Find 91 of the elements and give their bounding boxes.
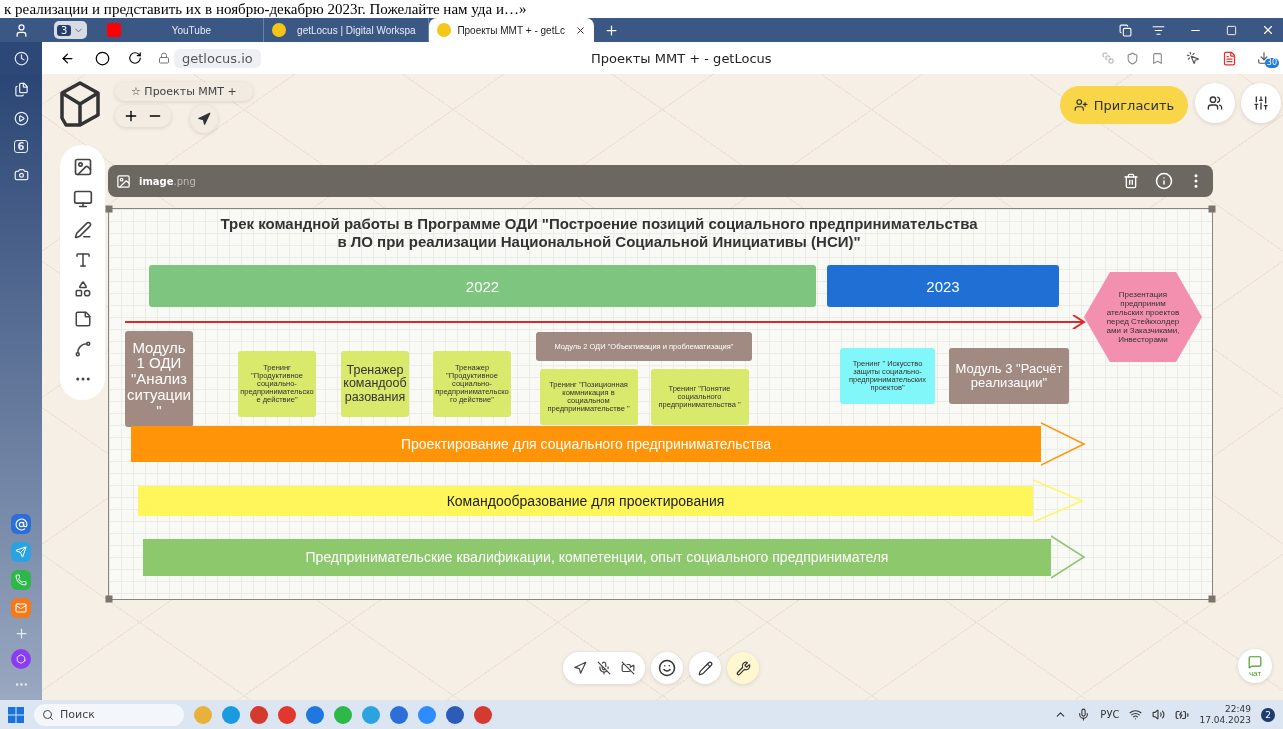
wifi-icon[interactable] <box>1129 708 1143 721</box>
file-name: image.png <box>139 175 197 187</box>
language-indicator[interactable]: РУС <box>1100 709 1120 720</box>
taskbar-app-icon[interactable] <box>390 705 408 724</box>
track-bar: Проектирование для социального предпринимательства <box>131 426 1041 462</box>
chat-bubble-icon <box>1248 654 1262 669</box>
windows-logo-icon[interactable] <box>8 706 24 723</box>
taskbar-app-icon[interactable] <box>306 705 324 724</box>
board-name[interactable]: ☆ Проекты ММТ + <box>115 82 253 101</box>
cube-logo-icon[interactable] <box>58 80 102 130</box>
navigation-arrow-icon <box>197 112 211 126</box>
screenshot-icon[interactable] <box>13 167 29 182</box>
site-logo-icon <box>437 23 452 37</box>
close-icon[interactable] <box>575 24 587 36</box>
clock-date[interactable]: 17.04.2023 <box>1199 714 1251 726</box>
caption-text: к реализации и представить их в ноябрю-декабрю 2023г. Пожелайте нам уда и…» <box>3 0 528 18</box>
search-field[interactable]: Поиск <box>34 703 184 726</box>
url-field[interactable]: getlocus.io <box>174 48 261 68</box>
restore-icon[interactable] <box>1226 24 1237 36</box>
site-logo-icon <box>272 23 287 37</box>
taskbar-app-icon[interactable] <box>250 705 268 724</box>
taskbar-app-icon[interactable] <box>474 705 492 724</box>
year-bar: 2022 <box>149 265 816 307</box>
text-icon[interactable] <box>73 250 92 269</box>
training-block: Тренажер командообразования <box>341 351 409 417</box>
copy-icon[interactable] <box>1119 23 1132 37</box>
trash-icon[interactable] <box>1123 173 1139 189</box>
search-icon <box>42 708 54 721</box>
draw-icon[interactable] <box>73 220 92 239</box>
sticky-note-icon[interactable] <box>73 310 92 329</box>
play-icon[interactable] <box>13 111 29 126</box>
connector-icon[interactable] <box>73 340 92 359</box>
pen-button[interactable] <box>689 652 721 684</box>
image-icon[interactable] <box>72 156 93 177</box>
users-button[interactable] <box>1195 83 1235 123</box>
chat-button[interactable]: чат <box>1238 649 1272 683</box>
new-tab-icon[interactable] <box>604 22 620 38</box>
smiley-icon <box>658 659 676 677</box>
zoom-in-icon[interactable] <box>123 108 139 124</box>
notification-badge[interactable]: 2 <box>1261 707 1275 722</box>
collections-icon[interactable] <box>13 82 29 97</box>
navigate-button[interactable] <box>190 105 218 133</box>
info-icon[interactable] <box>1155 172 1173 190</box>
menu-icon[interactable] <box>1152 23 1165 37</box>
track-bar: Предпринимательские квалификации, компетенции, опыт социального предпринимателя <box>143 538 1051 576</box>
settings-button[interactable] <box>1241 83 1281 123</box>
taskbar-app-icon[interactable] <box>418 705 436 724</box>
diagram-title: Трек командной работы в Программе ОДИ "Построение позиций социального предпринимательства в ЛО при реализации Национальной Социальной Инициативы (НСИ)" <box>219 215 979 251</box>
lock-icon <box>158 52 170 64</box>
video-logo-icon <box>107 23 122 37</box>
pencil-icon <box>697 660 713 676</box>
clock-time[interactable]: 22:49 <box>1225 703 1251 715</box>
mic-icon[interactable] <box>1077 708 1091 721</box>
module-block: Модуль 1 ОДИ "Анализ ситуации" <box>125 331 193 427</box>
camera-off-icon[interactable] <box>621 661 635 675</box>
screen-share-icon[interactable] <box>72 188 93 209</box>
volume-icon[interactable] <box>1152 708 1166 721</box>
back-icon[interactable] <box>60 50 75 66</box>
image-icon <box>116 173 131 189</box>
sliders-icon <box>1253 95 1269 111</box>
tab-counter[interactable]: 3 <box>54 21 88 39</box>
pdf-icon[interactable] <box>1221 50 1237 66</box>
browser-tab[interactable]: Проекты ММТ + - getLc <box>429 18 595 42</box>
resize-handle[interactable] <box>1208 595 1216 603</box>
emoji-button[interactable] <box>651 652 683 684</box>
shapes-icon[interactable] <box>73 280 92 299</box>
mail-app-icon[interactable] <box>11 514 31 534</box>
bookmark-icon[interactable] <box>1150 51 1164 65</box>
resize-handle[interactable] <box>105 205 113 213</box>
close-icon[interactable] <box>1261 23 1275 37</box>
resize-handle[interactable] <box>105 595 113 603</box>
tools-button[interactable] <box>727 652 759 684</box>
users-icon <box>1207 95 1223 111</box>
module-block: Модуль 3 "Расчёт реализации" <box>949 348 1069 404</box>
resize-handle[interactable] <box>1208 205 1216 213</box>
diagram-image[interactable] <box>108 208 1213 600</box>
shield-icon[interactable] <box>1125 51 1139 65</box>
messenger-app-icon[interactable] <box>11 542 31 562</box>
download-count-badge: 30 <box>1264 58 1279 68</box>
year-bar: 2023 <box>827 265 1059 307</box>
invite-button[interactable]: Пригласить <box>1060 86 1188 124</box>
page-title: Проекты ММТ + - getLocus <box>589 50 773 66</box>
wrench-icon <box>735 660 751 676</box>
taskbar-app-icon[interactable] <box>278 705 296 724</box>
add-user-icon <box>1073 98 1088 112</box>
counter-icon[interactable]: 6 <box>13 140 29 153</box>
track-bar: Командообразование для проектирования <box>138 486 1033 516</box>
mic-off-icon[interactable] <box>597 661 611 675</box>
history-icon[interactable] <box>13 50 29 66</box>
reload-icon[interactable] <box>128 51 142 65</box>
taskbar-app-icon[interactable] <box>446 705 464 724</box>
